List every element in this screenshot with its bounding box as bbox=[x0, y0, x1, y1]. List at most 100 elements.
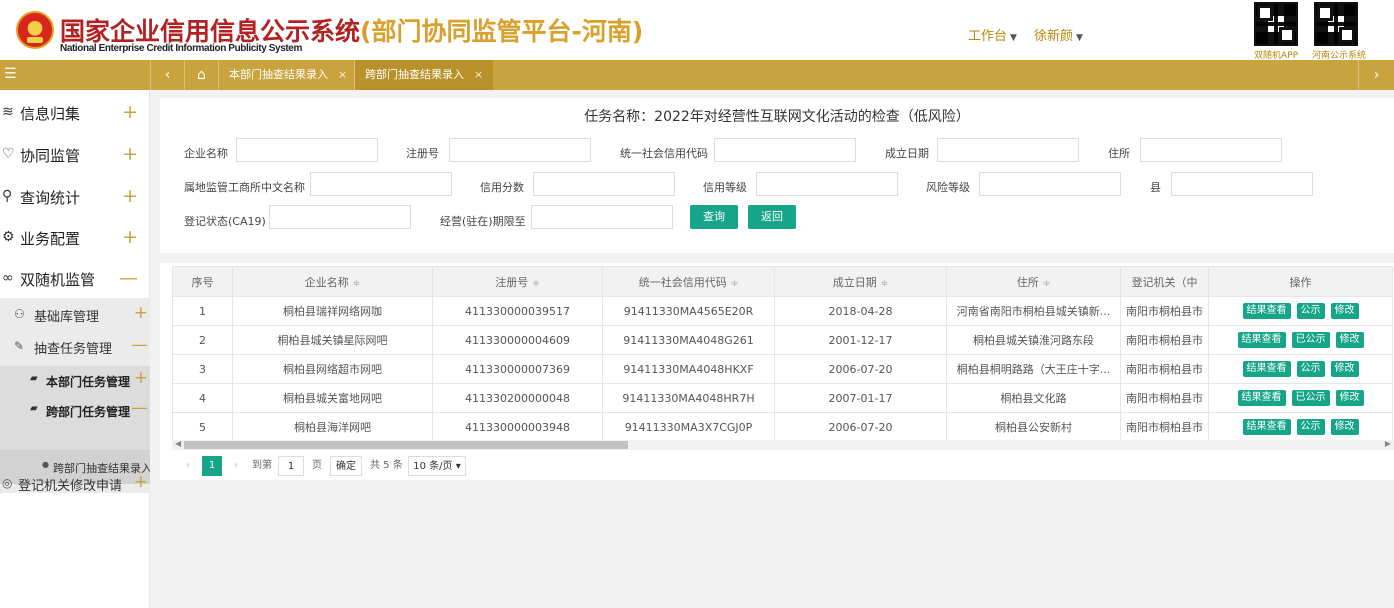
publicity-button[interactable]: 已公示 bbox=[1291, 332, 1330, 348]
sidebar-item-business-config[interactable]: ⚙ 业务配置 + bbox=[0, 217, 150, 259]
page-current[interactable]: 1 bbox=[202, 456, 222, 476]
cell-actions: 结果查看 公示 修改 bbox=[1208, 354, 1393, 384]
address-input[interactable] bbox=[1140, 138, 1282, 162]
expand-icon: + bbox=[133, 472, 148, 492]
credit-code-input[interactable] bbox=[714, 138, 856, 162]
sidebar-item-reg-modify-request[interactable]: ◎ 登记机关修改申请 + bbox=[0, 469, 150, 499]
cell-reg-no: 411330000039517 bbox=[432, 296, 603, 326]
sidebar-item-double-random[interactable]: ∞ 双随机监管 — bbox=[0, 258, 150, 300]
col-header-found-date[interactable]: 成立日期 ≑ bbox=[774, 266, 947, 297]
sidebar-item-coop-supervision[interactable]: ♡ 协同监管 + bbox=[0, 134, 150, 176]
scroll-right-icon[interactable]: ▶ bbox=[1385, 439, 1391, 448]
county-input[interactable] bbox=[1171, 172, 1313, 196]
scroll-left-icon[interactable]: ◀ bbox=[175, 439, 181, 448]
system-title-suffix: (部门协同监管平台-河南) bbox=[360, 17, 644, 46]
credit-score-input[interactable] bbox=[533, 172, 675, 196]
col-header-credit-code[interactable]: 统一社会信用代码 ≑ bbox=[602, 266, 775, 297]
goto-label: 到第 bbox=[252, 460, 272, 471]
national-emblem-logo bbox=[16, 11, 54, 49]
tab-cross-dept-result-entry[interactable]: 跨部门抽查结果录入 × bbox=[354, 60, 494, 90]
risk-level-input[interactable] bbox=[979, 172, 1121, 196]
found-date-input[interactable] bbox=[937, 138, 1079, 162]
modify-button[interactable]: 修改 bbox=[1335, 390, 1364, 406]
modify-button[interactable]: 修改 bbox=[1330, 361, 1359, 377]
close-icon[interactable]: × bbox=[474, 68, 483, 81]
table-header-row: 序号 企业名称 ≑ 注册号 ≑ 统一社会信用代码 ≑ 成立日期 ≑ 住所 ≑ 登记机关（中… bbox=[172, 266, 1393, 297]
search-button[interactable]: 查询 bbox=[690, 205, 738, 229]
publicity-button[interactable]: 已公示 bbox=[1291, 390, 1330, 406]
publicity-button[interactable]: 公示 bbox=[1296, 303, 1325, 319]
sort-icon[interactable]: ≑ bbox=[1043, 279, 1051, 289]
workbench-menu[interactable]: 工作台 ▼ bbox=[968, 25, 1017, 44]
cell-company-name: 桐柏县瑞祥网络网咖 bbox=[232, 296, 433, 326]
scrollbar-thumb[interactable] bbox=[184, 441, 628, 449]
sidebar-item-info-collection[interactable]: ≋ 信息归集 + bbox=[0, 92, 150, 134]
cell-address: 河南省南阳市桐柏县城关镇新... bbox=[946, 296, 1121, 326]
diamond-icon: ♡ bbox=[2, 146, 15, 162]
tab-next-icon[interactable]: › bbox=[1358, 60, 1394, 90]
goto-page-input[interactable]: 1 bbox=[278, 456, 304, 476]
sidebar-item-base-library[interactable]: ⚇ 基础库管理 + bbox=[0, 300, 150, 330]
chevron-down-icon: ▼ bbox=[1076, 33, 1083, 43]
view-result-button[interactable]: 结果查看 bbox=[1237, 332, 1286, 348]
page-size-select[interactable]: 10 条/页 ▾ bbox=[408, 456, 466, 476]
system-title-en: National Enterprise Credit Information P… bbox=[60, 43, 302, 54]
publicity-button[interactable]: 公示 bbox=[1296, 419, 1325, 435]
user-menu[interactable]: 徐新颜 ▼ bbox=[1034, 25, 1083, 44]
modify-button[interactable]: 修改 bbox=[1330, 303, 1359, 319]
goto-confirm-button[interactable]: 确定 bbox=[330, 456, 362, 476]
sort-icon[interactable]: ≑ bbox=[731, 279, 739, 289]
period-end-input[interactable] bbox=[531, 205, 673, 229]
sidebar-item-label: 查询统计 bbox=[20, 189, 81, 207]
home-icon[interactable]: ⌂ bbox=[184, 60, 218, 90]
tab-dept-result-entry[interactable]: 本部门抽查结果录入 × bbox=[218, 60, 357, 90]
credit-level-input[interactable] bbox=[756, 172, 898, 196]
back-button[interactable]: 返回 bbox=[748, 205, 796, 229]
qr-code-system-icon bbox=[1314, 2, 1358, 46]
credit-code-label: 统一社会信用代码 bbox=[620, 147, 708, 160]
sidebar-item-dept-task[interactable]: ▰ 本部门任务管理 + bbox=[0, 366, 150, 394]
view-result-button[interactable]: 结果查看 bbox=[1237, 390, 1286, 406]
col-header-reg-no[interactable]: 注册号 ≑ bbox=[432, 266, 603, 297]
col-header-address[interactable]: 住所 ≑ bbox=[946, 266, 1121, 297]
page-prev-icon[interactable]: ‹ bbox=[182, 456, 194, 476]
user-name: 徐新颜 bbox=[1034, 29, 1074, 44]
reg-no-input[interactable] bbox=[449, 138, 591, 162]
sidebar-item-query-stats[interactable]: ⚲ 查询统计 + bbox=[0, 176, 150, 218]
close-icon[interactable]: × bbox=[338, 68, 347, 81]
reg-status-label: 登记状态(CA19) bbox=[184, 215, 266, 228]
cell-credit-code: 91411330MA4565E20R bbox=[602, 296, 775, 326]
cell-reg-org: 南阳市桐柏县市 bbox=[1120, 412, 1209, 442]
supervisor-input[interactable] bbox=[310, 172, 452, 196]
tab-prev-icon[interactable]: ‹ bbox=[150, 60, 184, 90]
sidebar-item-label: 跨部门任务管理 bbox=[46, 405, 131, 419]
cell-found-date: 2006-07-20 bbox=[774, 354, 947, 384]
sidebar-item-label: 基础库管理 bbox=[34, 310, 100, 325]
horizontal-scrollbar[interactable]: ◀ ▶ bbox=[172, 439, 1394, 450]
credit-score-label: 信用分数 bbox=[480, 181, 524, 194]
view-result-button[interactable]: 结果查看 bbox=[1242, 419, 1291, 435]
publicity-button[interactable]: 公示 bbox=[1296, 361, 1325, 377]
sort-icon[interactable]: ≑ bbox=[532, 279, 540, 289]
collapse-icon: — bbox=[131, 335, 148, 355]
supervisor-label: 属地监管工商所中文名称 bbox=[184, 181, 305, 194]
county-label: 县 bbox=[1150, 181, 1161, 194]
sidebar-item-cross-dept-task[interactable]: ▰ 跨部门任务管理 — bbox=[0, 396, 150, 424]
sort-icon[interactable]: ≑ bbox=[353, 279, 361, 289]
page-next-icon[interactable]: › bbox=[230, 456, 242, 476]
gear-icon: ⚙ bbox=[2, 229, 15, 245]
sidebar-item-task-management[interactable]: ✎ 抽查任务管理 — bbox=[0, 332, 150, 362]
sort-icon[interactable]: ≑ bbox=[881, 279, 889, 289]
menu-toggle-icon[interactable]: ☰ bbox=[0, 60, 150, 90]
cell-reg-no: 411330000003948 bbox=[432, 412, 603, 442]
view-result-button[interactable]: 结果查看 bbox=[1242, 361, 1291, 377]
sidebar-item-label: 业务配置 bbox=[20, 230, 81, 248]
company-name-input[interactable] bbox=[236, 138, 378, 162]
view-result-button[interactable]: 结果查看 bbox=[1242, 303, 1291, 319]
modify-button[interactable]: 修改 bbox=[1330, 419, 1359, 435]
cell-actions: 结果查看 公示 修改 bbox=[1208, 412, 1393, 442]
cell-actions: 结果查看 已公示 修改 bbox=[1208, 325, 1393, 355]
modify-button[interactable]: 修改 bbox=[1335, 332, 1364, 348]
reg-status-input[interactable] bbox=[269, 205, 411, 229]
col-header-company-name[interactable]: 企业名称 ≑ bbox=[232, 266, 433, 297]
